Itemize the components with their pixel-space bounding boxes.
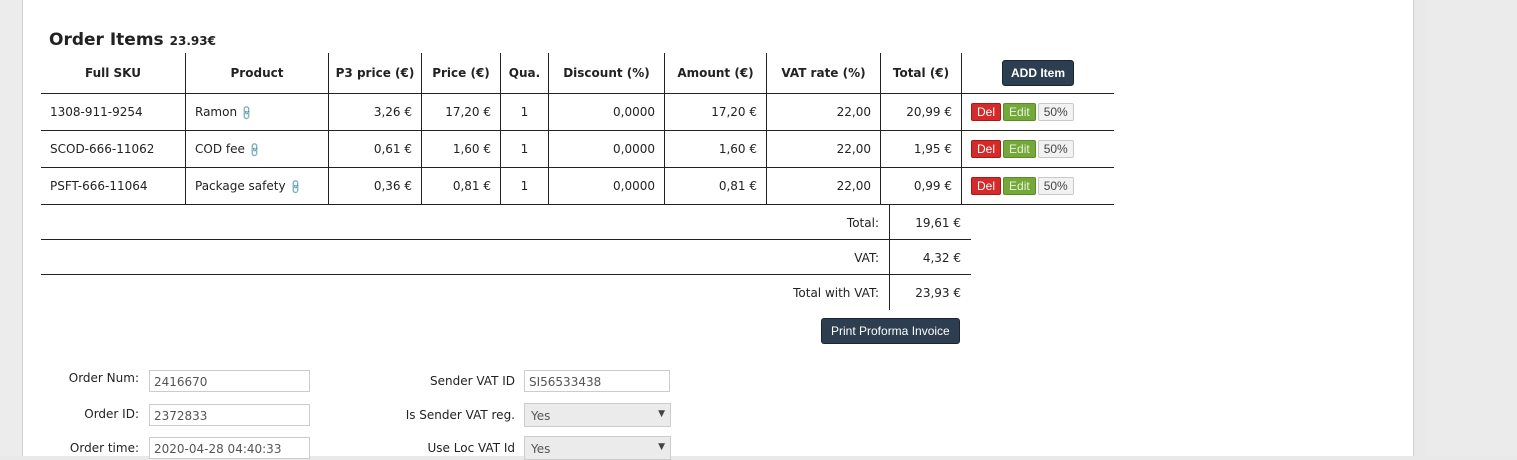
row-price: 0,81 € (421, 167, 501, 205)
row-vat-rate: 22,00 (766, 167, 881, 205)
delete-button[interactable]: Del (971, 103, 1002, 121)
order-items-total-badge: 23.93€ (169, 34, 216, 48)
use-loc-vat-id-label: Use Loc VAT Id (427, 441, 515, 455)
table-row: 1308-911-9254 Ramon 🔗 3,26 € 17,20 € 1 0,… (41, 93, 1114, 131)
totals-separator (889, 240, 890, 275)
sender-vat-id-field[interactable]: SI56533438 (524, 370, 670, 392)
col-header-p3-price: P3 price (€) (328, 53, 422, 94)
product-name: Package safety (195, 179, 286, 193)
order-items-heading: Order Items 23.93€ (49, 30, 216, 50)
order-items-table: Full SKU Product P3 price (€) Price (€) … (41, 53, 1114, 205)
vat-row: VAT: 4,32 € (41, 240, 971, 275)
row-vat-rate: 22,00 (766, 130, 881, 168)
row-amount: 0,81 € (664, 167, 767, 205)
order-id-label: Order ID: (84, 407, 139, 421)
table-row: PSFT-666-11064 Package safety 🔗 0,36 € 0,… (41, 167, 1114, 205)
link-icon[interactable]: 🔗 (239, 105, 256, 122)
total-label: Total: (846, 216, 879, 230)
row-total: 1,95 € (880, 130, 962, 168)
row-sku: PSFT-666-11064 (41, 167, 186, 205)
row-p3-price: 3,26 € (328, 93, 422, 131)
row-product: COD fee 🔗 (185, 130, 329, 168)
left-gutter (0, 0, 22, 456)
row-discount: 0,0000 (548, 167, 665, 205)
row-vat-rate: 22,00 (766, 93, 881, 131)
col-header-quantity: Qua. (500, 53, 549, 94)
order-time-label: Order time: (69, 441, 139, 455)
vat-value: 4,32 € (922, 251, 961, 265)
row-product: Package safety 🔗 (185, 167, 329, 205)
dropdown-arrow-icon: ▼ (658, 409, 665, 419)
half-discount-button[interactable]: 50% (1037, 177, 1074, 195)
add-item-button[interactable]: ADD Item (1001, 60, 1074, 86)
table-header-row: Full SKU Product P3 price (€) Price (€) … (41, 53, 1114, 94)
order-num-label: Order Num: (68, 371, 139, 385)
col-header-sku: Full SKU (41, 53, 186, 94)
row-p3-price: 0,61 € (328, 130, 422, 168)
total-value: 19,61 € (915, 216, 961, 230)
is-sender-vat-reg-select[interactable]: Yes ▼ (524, 403, 671, 427)
col-header-total: Total (€) (880, 53, 962, 94)
link-icon[interactable]: 🔗 (247, 142, 264, 159)
row-actions: Del Edit 50% (961, 130, 1114, 168)
row-actions: Del Edit 50% (961, 93, 1114, 131)
col-header-actions: ADD Item (961, 53, 1114, 94)
is-sender-vat-reg-label: Is Sender VAT reg. (405, 408, 515, 422)
order-panel: Order Items 23.93€ Full SKU Product P3 pr… (22, 0, 1414, 460)
dropdown-arrow-icon: ▼ (658, 442, 665, 452)
product-name: COD fee (195, 142, 245, 156)
product-name: Ramon (195, 105, 238, 119)
delete-button[interactable]: Del (971, 140, 1002, 158)
row-total: 20,99 € (880, 93, 962, 131)
row-sku: 1308-911-9254 (41, 93, 186, 131)
edit-button[interactable]: Edit (1003, 103, 1036, 121)
row-total: 0,99 € (880, 167, 962, 205)
totals-separator (889, 275, 890, 310)
col-header-amount: Amount (€) (664, 53, 767, 94)
totals-separator (889, 205, 890, 240)
total-with-vat-row: Total with VAT: 23,93 € (41, 275, 971, 310)
edit-button[interactable]: Edit (1003, 140, 1036, 158)
row-discount: 0,0000 (548, 130, 665, 168)
total-with-vat-label: Total with VAT: (793, 286, 879, 300)
order-items-title: Order Items (49, 30, 164, 50)
row-price: 17,20 € (421, 93, 501, 131)
print-proforma-invoice-button[interactable]: Print Proforma Invoice (821, 318, 960, 344)
col-header-vat-rate: VAT rate (%) (766, 53, 881, 94)
row-amount: 1,60 € (664, 130, 767, 168)
row-product: Ramon 🔗 (185, 93, 329, 131)
sender-vat-id-label: Sender VAT ID (430, 374, 515, 388)
table-row: SCOD-666-11062 COD fee 🔗 0,61 € 1,60 € 1 … (41, 130, 1114, 168)
row-price: 1,60 € (421, 130, 501, 168)
right-background-strip (1426, 0, 1517, 456)
col-header-discount: Discount (%) (548, 53, 665, 94)
row-amount: 17,20 € (664, 93, 767, 131)
row-actions: Del Edit 50% (961, 167, 1114, 205)
link-icon[interactable]: 🔗 (288, 179, 305, 196)
total-with-vat-value: 23,93 € (915, 286, 961, 300)
col-header-price: Price (€) (421, 53, 501, 94)
use-loc-vat-id-select[interactable]: Yes ▼ (524, 436, 671, 460)
use-loc-vat-id-value: Yes (531, 442, 551, 456)
row-quantity: 1 (500, 167, 549, 205)
col-header-product: Product (185, 53, 329, 94)
delete-button[interactable]: Del (971, 177, 1002, 195)
row-quantity: 1 (500, 130, 549, 168)
row-discount: 0,0000 (548, 93, 665, 131)
order-num-field[interactable]: 2416670 (149, 370, 310, 392)
edit-button[interactable]: Edit (1003, 177, 1036, 195)
half-discount-button[interactable]: 50% (1037, 103, 1074, 121)
vat-label: VAT: (854, 251, 879, 265)
half-discount-button[interactable]: 50% (1037, 140, 1074, 158)
row-p3-price: 0,36 € (328, 167, 422, 205)
row-quantity: 1 (500, 93, 549, 131)
row-sku: SCOD-666-11062 (41, 130, 186, 168)
total-row: Total: 19,61 € (41, 205, 971, 240)
order-id-field[interactable]: 2372833 (149, 404, 310, 426)
is-sender-vat-reg-value: Yes (531, 409, 551, 423)
